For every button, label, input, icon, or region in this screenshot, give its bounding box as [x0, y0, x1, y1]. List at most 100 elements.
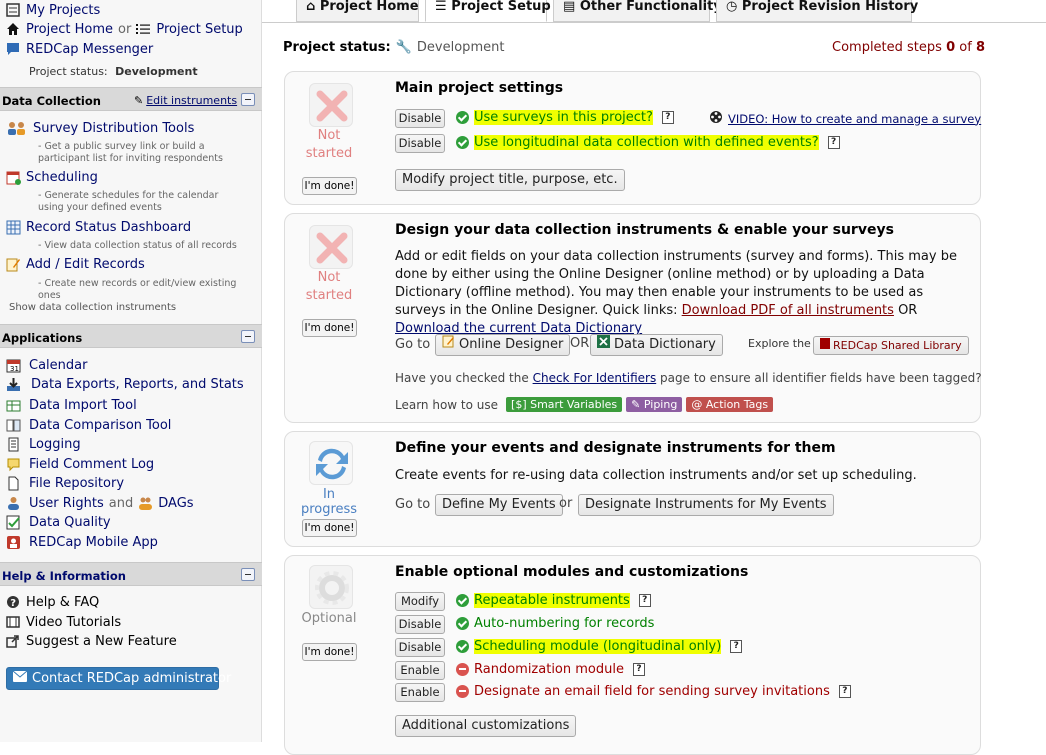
tab-project-home[interactable]: ⌂ Project Home: [296, 0, 419, 22]
collapse-help-button[interactable]: [241, 568, 255, 581]
video-link-label[interactable]: VIDEO: How to create and manage a survey: [728, 112, 981, 126]
collapse-applications-button[interactable]: [241, 330, 255, 343]
file-repository-label[interactable]: File Repository: [29, 476, 124, 491]
mobile-app-label[interactable]: REDCap Mobile App: [29, 535, 158, 550]
sidebar-item-logging[interactable]: Logging: [6, 437, 81, 452]
sidebar-item-file-repository[interactable]: File Repository: [6, 476, 124, 491]
data-comparison-label[interactable]: Data Comparison Tool: [29, 418, 171, 433]
sidebar-item-calendar[interactable]: 31 Calendar: [6, 358, 87, 373]
contact-admin-button[interactable]: Contact REDCap administrator: [6, 667, 231, 690]
collapse-data-collection-button[interactable]: [241, 93, 255, 106]
enable-randomization-button[interactable]: Enable: [395, 661, 445, 680]
define-events-button[interactable]: Define My Events: [435, 494, 563, 516]
record-status-desc: - View data collection status of all rec…: [38, 240, 237, 251]
of-text: of: [959, 40, 972, 55]
shared-library-button[interactable]: REDCap Shared Library: [813, 336, 969, 355]
sidebar-item-scheduling[interactable]: Scheduling: [6, 170, 98, 185]
disable-longitudinal-button[interactable]: Disable: [395, 134, 445, 153]
sidebar-item-help-faq[interactable]: ? Help & FAQ: [6, 595, 99, 610]
show-instruments-link[interactable]: Show data collection instruments: [9, 302, 176, 313]
smart-variables-label[interactable]: Smart Variables: [530, 398, 617, 411]
help-icon[interactable]: ?: [638, 594, 651, 607]
sidebar-item-video-tutorials[interactable]: Video Tutorials: [6, 615, 121, 630]
tab-revision-history[interactable]: ◷ Project Revision History: [716, 0, 918, 22]
data-import-label[interactable]: Data Import Tool: [29, 398, 137, 413]
help-icon[interactable]: ?: [730, 640, 743, 653]
design-status: Not started: [294, 269, 364, 305]
action-tags-label[interactable]: Action Tags: [706, 398, 768, 411]
optional-done-button[interactable]: I'm done!: [302, 643, 357, 661]
enable-email-field-button[interactable]: Enable: [395, 683, 445, 702]
disable-surveys-button[interactable]: Disable: [395, 109, 445, 128]
logging-label[interactable]: Logging: [29, 437, 81, 452]
contact-admin-label[interactable]: Contact REDCap administrator: [32, 671, 231, 686]
tab-other-functionality-label[interactable]: Other Functionality: [580, 0, 722, 14]
disable-autonumbering-button[interactable]: Disable: [395, 615, 445, 634]
download-pdf-link[interactable]: Download PDF of all instruments: [682, 303, 894, 318]
smart-variables-button[interactable]: [$] Smart Variables: [506, 397, 623, 412]
sidebar-item-survey-distribution[interactable]: Survey Distribution Tools: [6, 121, 194, 136]
repeatable-label: Repeatable instruments: [474, 593, 630, 608]
sidebar-item-data-exports[interactable]: Data Exports, Reports, and Stats: [6, 377, 244, 392]
main-done-button[interactable]: I'm done!: [302, 177, 357, 195]
envelope-icon: [12, 670, 28, 686]
tab-other-functionality[interactable]: ▤ Other Functionality: [553, 0, 722, 22]
project-setup-link[interactable]: Project Setup: [156, 22, 242, 37]
designate-instruments-button[interactable]: Designate Instruments for My Events: [578, 494, 834, 516]
edit-instruments-label[interactable]: Edit instruments: [146, 94, 237, 107]
additional-customizations-button[interactable]: Additional customizations: [395, 715, 577, 737]
design-done-button[interactable]: I'm done!: [302, 319, 357, 337]
online-designer-label[interactable]: Online Designer: [459, 335, 563, 355]
shared-library-label[interactable]: REDCap Shared Library: [833, 337, 962, 354]
events-panel: In progress I'm done! Define your events…: [284, 431, 981, 547]
record-status-label[interactable]: Record Status Dashboard: [26, 220, 191, 235]
tab-project-setup-label[interactable]: Project Setup: [451, 0, 551, 14]
online-designer-button[interactable]: Online Designer: [435, 334, 571, 356]
messenger-link[interactable]: REDCap Messenger: [6, 42, 153, 57]
edit-instruments-link[interactable]: ✎ Edit instruments: [134, 94, 237, 107]
tab-project-home-label[interactable]: Project Home: [320, 0, 419, 14]
survey-distribution-label[interactable]: Survey Distribution Tools: [33, 121, 194, 136]
sidebar-item-data-comparison[interactable]: Data Comparison Tool: [6, 418, 171, 433]
piping-button[interactable]: ✎ Piping: [626, 397, 683, 412]
sidebar-item-record-status[interactable]: Record Status Dashboard: [6, 220, 191, 235]
help-icon[interactable]: ?: [827, 136, 840, 149]
data-quality-label[interactable]: Data Quality: [29, 515, 111, 530]
sidebar-item-add-edit-records[interactable]: Add / Edit Records: [6, 257, 145, 272]
modify-repeatable-button[interactable]: Modify: [395, 592, 445, 611]
data-dictionary-button[interactable]: Data Dictionary: [590, 334, 723, 356]
sidebar-item-mobile-app[interactable]: REDCap Mobile App: [6, 535, 158, 550]
suggest-feature-label[interactable]: Suggest a New Feature: [26, 634, 177, 649]
email-field-setting: Designate an email field for sending sur…: [456, 684, 851, 699]
sidebar-item-data-quality[interactable]: Data Quality: [6, 515, 111, 530]
my-projects-link[interactable]: My Projects: [6, 3, 100, 18]
sidebar-item-field-comment-log[interactable]: Field Comment Log: [6, 457, 154, 472]
events-done-button[interactable]: I'm done!: [302, 519, 357, 537]
dags-link[interactable]: DAGs: [158, 496, 193, 511]
scheduling-label[interactable]: Scheduling: [26, 170, 98, 185]
data-exports-label[interactable]: Data Exports, Reports, and Stats: [31, 377, 244, 392]
action-tags-button[interactable]: @ Action Tags: [686, 397, 774, 412]
calendar-label[interactable]: Calendar: [29, 358, 87, 373]
messenger-label[interactable]: REDCap Messenger: [26, 42, 153, 57]
tab-revision-history-label[interactable]: Project Revision History: [742, 0, 918, 14]
user-rights-link[interactable]: User Rights: [29, 496, 104, 511]
field-comment-log-label[interactable]: Field Comment Log: [29, 457, 154, 472]
project-home-link[interactable]: Project Home: [26, 22, 113, 37]
video-link[interactable]: VIDEO: How to create and manage a survey: [709, 110, 981, 127]
data-dictionary-label[interactable]: Data Dictionary: [614, 335, 716, 355]
help-icon[interactable]: ?: [632, 663, 645, 676]
help-icon[interactable]: ?: [661, 111, 674, 124]
my-projects-label[interactable]: My Projects: [26, 3, 100, 18]
help-faq-label[interactable]: Help & FAQ: [26, 595, 99, 610]
tab-project-setup[interactable]: ☰ Project Setup: [425, 0, 551, 22]
sidebar-item-data-import[interactable]: Data Import Tool: [6, 398, 137, 413]
modify-project-button[interactable]: Modify project title, purpose, etc.: [395, 169, 625, 191]
help-icon[interactable]: ?: [838, 685, 851, 698]
piping-label[interactable]: Piping: [644, 398, 677, 411]
sidebar-item-suggest-feature[interactable]: Suggest a New Feature: [6, 634, 177, 649]
disable-scheduling-button[interactable]: Disable: [395, 638, 445, 657]
check-identifiers-link[interactable]: Check For Identifiers: [533, 371, 657, 385]
add-edit-records-label[interactable]: Add / Edit Records: [26, 257, 145, 272]
video-tutorials-label[interactable]: Video Tutorials: [26, 615, 121, 630]
